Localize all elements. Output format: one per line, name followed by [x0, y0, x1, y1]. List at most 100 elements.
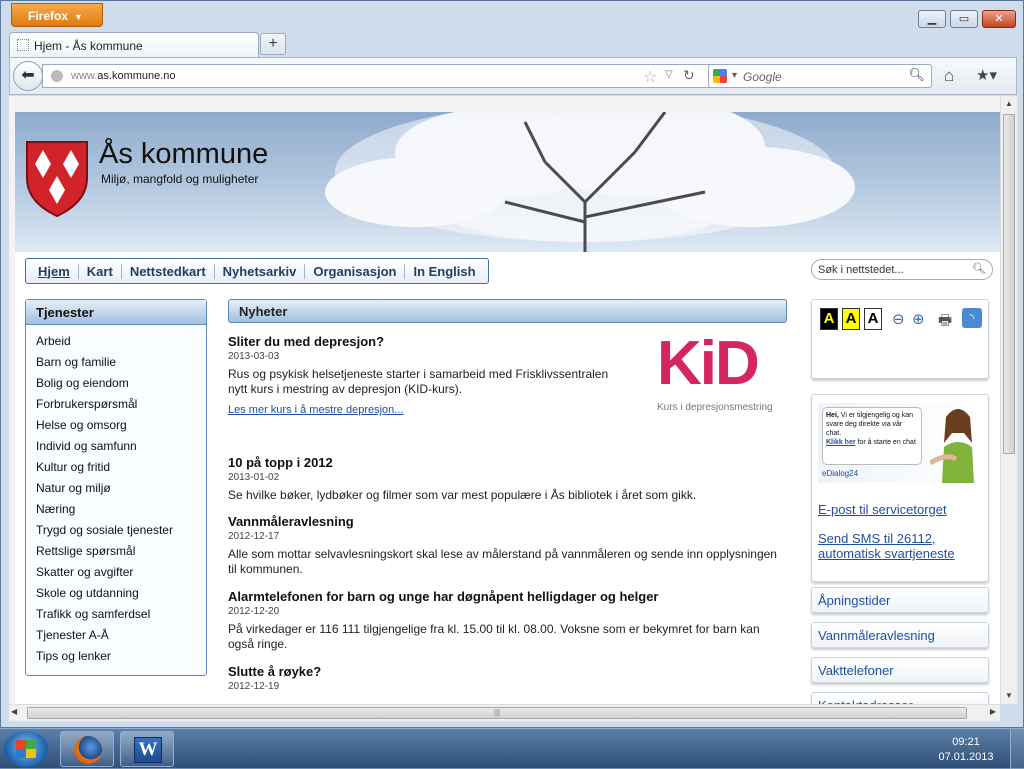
scroll-up-icon[interactable]: ▲: [1001, 96, 1017, 112]
news-item: Sliter du med depresjon? 2013-03-03 Rus …: [228, 334, 628, 416]
font-size-normal-button[interactable]: A: [864, 308, 882, 330]
quicklink-vannmaleravlesning[interactable]: Vannmåleravlesning: [811, 622, 989, 648]
menu-item-hjem[interactable]: Hjem: [30, 263, 79, 279]
search-engine-dropdown-icon[interactable]: ▼: [730, 70, 739, 80]
news-date: 2012-12-19: [228, 681, 280, 692]
scroll-right-icon[interactable]: ▶: [990, 707, 996, 716]
scroll-down-icon[interactable]: ▼: [1001, 688, 1017, 704]
menu-item-in-english[interactable]: In English: [405, 264, 483, 279]
quicklink-apningstider[interactable]: Åpningstider: [811, 587, 989, 613]
email-service-link[interactable]: E-post til servicetorget: [818, 502, 947, 517]
url-prefix: www.: [71, 70, 98, 82]
vertical-scrollbar[interactable]: ▲ ▼: [1000, 96, 1017, 704]
news-date: 2012-12-20: [228, 606, 280, 617]
url-text[interactable]: www.as.kommune.no: [71, 70, 176, 82]
menu-item-nyhetsarkiv[interactable]: Nyhetsarkiv: [215, 263, 306, 279]
show-desktop-button[interactable]: [1010, 729, 1024, 769]
url-bar[interactable]: www.as.kommune.no ☆ ▽ ↻: [42, 64, 712, 88]
kid-logo[interactable]: KiD Kurs i depresjonsmestring: [649, 326, 777, 434]
tab-active[interactable]: Hjem - Ås kommune: [9, 32, 259, 58]
close-button[interactable]: ✕: [982, 10, 1016, 28]
reload-icon[interactable]: ↻: [683, 67, 695, 84]
taskbar-word-button[interactable]: W: [120, 731, 174, 767]
news-summary: Se hvilke bøker, lydbøker og filmer som …: [228, 488, 697, 502]
service-link[interactable]: Barn og familie: [36, 352, 206, 373]
bookmarks-menu-icon[interactable]: ★▾: [976, 66, 1010, 86]
minimize-icon: ▁: [927, 13, 937, 25]
start-button[interactable]: [4, 731, 48, 767]
web-page: Ås kommune Miljø, mangfold og muligheter…: [15, 112, 1000, 704]
main-menu: Hjem Kart Nettstedkart Nyhetsarkiv Organ…: [25, 258, 489, 284]
quicklink-vakttelefoner[interactable]: Vakttelefoner: [811, 657, 989, 683]
news-read-more-link[interactable]: Les mer kurs i å mestre depresjon...: [228, 404, 628, 416]
service-link[interactable]: Skatter og avgifter: [36, 562, 206, 583]
search-icon[interactable]: 🔍︎: [908, 67, 925, 83]
coat-of-arms-logo[interactable]: [25, 140, 89, 218]
font-size-yellow-button[interactable]: A: [842, 308, 860, 330]
taskbar-firefox-button[interactable]: [60, 731, 114, 767]
news-title[interactable]: Slutte å røyke?: [228, 664, 788, 679]
service-link[interactable]: Arbeid: [36, 331, 206, 352]
news-item: Alarmtelefonen for barn og unge har døgn…: [228, 589, 788, 652]
url-history-dropdown-icon[interactable]: ▽: [665, 69, 673, 80]
menu-item-nettstedkart[interactable]: Nettstedkart: [122, 263, 215, 279]
firefox-icon: [74, 736, 102, 764]
font-size-high-contrast-button[interactable]: A: [820, 308, 838, 330]
horizontal-scrollbar[interactable]: ◀ ||| ▶: [9, 704, 1000, 721]
service-link[interactable]: Trygd og sosiale tjenester: [36, 520, 206, 541]
services-heading: Tjenester: [26, 300, 206, 325]
chat-link[interactable]: Klikk her: [826, 439, 856, 446]
taskbar-clock[interactable]: 09:21 07.01.2013: [936, 735, 996, 765]
news-title[interactable]: 10 på topp i 2012: [228, 455, 788, 470]
rss-icon[interactable]: ◝: [962, 308, 982, 328]
service-link[interactable]: Tips og lenker: [36, 646, 206, 667]
vertical-scroll-thumb[interactable]: [1003, 114, 1015, 454]
new-tab-button[interactable]: +: [260, 33, 286, 55]
service-link[interactable]: Forbrukerspørsmål: [36, 394, 206, 415]
service-link[interactable]: Individ og samfunn: [36, 436, 206, 457]
site-search-input[interactable]: [818, 262, 968, 277]
news-date: 2013-01-02: [228, 472, 280, 483]
chat-bubble: Hei, Vi er tilgjengelig og kan svare deg…: [822, 407, 922, 465]
minimize-button[interactable]: ▁: [918, 10, 946, 28]
service-link[interactable]: Kultur og fritid: [36, 457, 206, 478]
service-link[interactable]: Rettslige spørsmål: [36, 541, 206, 562]
service-link[interactable]: Bolig og eiendom: [36, 373, 206, 394]
kid-logo-subtitle: Kurs i depresjonsmestring: [657, 402, 773, 413]
scroll-left-icon[interactable]: ◀: [11, 707, 17, 716]
site-title[interactable]: Ås kommune: [99, 138, 268, 171]
firefox-menu-label: Firefox: [28, 9, 69, 23]
google-icon[interactable]: [713, 69, 727, 83]
service-link[interactable]: Trafikk og samferdsel: [36, 604, 206, 625]
back-button[interactable]: ⬅: [13, 61, 43, 91]
maximize-button[interactable]: ▭: [950, 10, 978, 28]
news-title[interactable]: Sliter du med depresjon?: [228, 334, 628, 349]
service-link[interactable]: Skole og utdanning: [36, 583, 206, 604]
chat-banner[interactable]: Hei, Vi er tilgjengelig og kan svare deg…: [818, 403, 984, 483]
clock-time: 09:21: [952, 736, 980, 748]
contact-box: Hei, Vi er tilgjengelig og kan svare deg…: [811, 394, 989, 582]
menu-item-organisasjon[interactable]: Organisasjon: [305, 263, 406, 279]
home-icon[interactable]: ⌂: [944, 66, 954, 86]
news-date: 2013-03-03: [228, 351, 280, 362]
service-link[interactable]: Helse og omsorg: [36, 415, 206, 436]
zoom-out-icon[interactable]: ⊖: [892, 310, 905, 328]
horizontal-scroll-thumb[interactable]: |||: [27, 707, 967, 719]
navigation-toolbar: www.as.kommune.no ☆ ▽ ↻ ⬅ ▼ Google 🔍︎ ⌂ …: [9, 57, 1017, 95]
service-link[interactable]: Natur og miljø: [36, 478, 206, 499]
edialog-brand: eDialog24: [822, 469, 859, 478]
search-bar[interactable]: ▼ Google 🔍︎: [708, 64, 932, 88]
print-icon[interactable]: 🖶︎: [938, 310, 952, 335]
quicklink-kontaktadresser[interactable]: Kontaktadresser: [811, 692, 989, 704]
news-title[interactable]: Vannmåleravlesning: [228, 514, 788, 529]
news-title[interactable]: Alarmtelefonen for barn og unge har døgn…: [228, 589, 788, 604]
chat-person-image: [930, 409, 974, 483]
service-link[interactable]: Næring: [36, 499, 206, 520]
menu-item-kart[interactable]: Kart: [79, 263, 122, 279]
zoom-in-icon[interactable]: ⊕: [912, 310, 925, 328]
bookmark-star-icon[interactable]: ☆: [643, 67, 657, 87]
firefox-menu-button[interactable]: Firefox ▼: [11, 3, 103, 27]
service-link[interactable]: Tjenester A-Å: [36, 625, 206, 646]
sms-service-link[interactable]: Send SMS til 26112, automatisk svartjene…: [818, 531, 988, 561]
search-icon[interactable]: 🔍︎: [972, 262, 986, 275]
